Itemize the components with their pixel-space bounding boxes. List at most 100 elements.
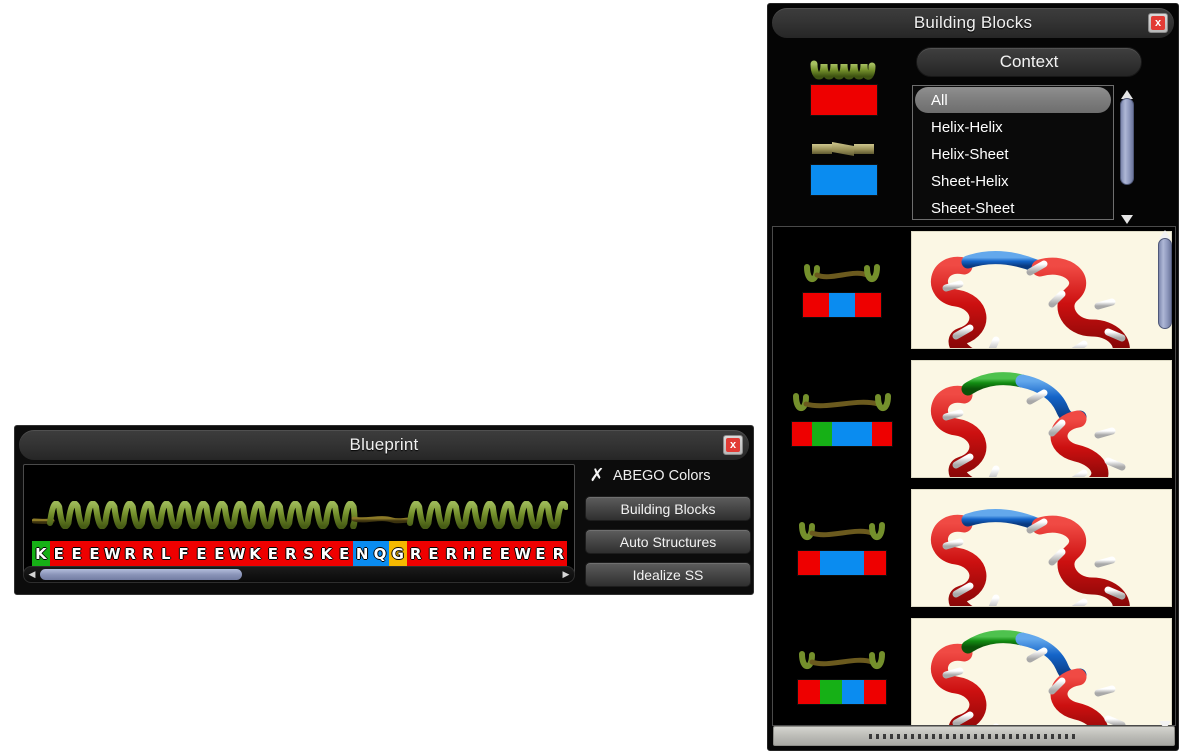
abego-segment-E [812,421,832,446]
residue-cell[interactable]: W [513,541,532,567]
building-block-thumbnail[interactable] [911,231,1172,349]
sequence-viewport[interactable]: KEEEWRRLFEEWKERSKENQGRERHEEWER 123456789… [23,464,575,574]
blueprint-titlebar[interactable]: Blueprint x [19,430,749,460]
abego-color-bar [797,549,887,576]
building-blocks-results-list[interactable] [772,226,1176,726]
legend-color-swatch-helix [810,84,878,116]
ss-cartoon-svg [32,501,568,529]
residue-cell[interactable]: E [335,541,354,567]
context-option-helix-sheet[interactable]: Helix-Sheet [915,141,1111,167]
residue-cell[interactable]: K [246,541,264,567]
building-block-schematic [773,356,911,482]
helix-coil-icon [407,501,568,529]
residue-cell[interactable]: E [192,541,211,567]
helix-loop-helix-icon [798,650,886,676]
building-block-3d-cartoon [931,372,1126,477]
context-dropdown-button[interactable]: Context [916,47,1142,77]
scroll-right-arrow-icon[interactable]: ▶ [559,567,573,582]
idealize-ss-button[interactable]: Idealize SS [585,562,751,587]
scrollbar-thumb[interactable] [40,569,242,580]
residue-cell[interactable]: G [388,541,407,567]
residue-cell[interactable]: L [156,541,175,567]
residue-cell[interactable]: S [299,541,318,567]
residue-cell[interactable]: E [263,541,282,567]
residue-cell[interactable]: E [495,541,514,567]
x-mark-icon: ✗ [589,465,605,486]
auto-structures-button[interactable]: Auto Structures [585,529,751,554]
residue-cell[interactable]: R [121,541,140,567]
results-list-scrollbar[interactable] [1154,226,1176,730]
residue-cell[interactable]: R [281,541,300,567]
residue-cell[interactable]: E [210,541,229,567]
scroll-up-arrow-icon[interactable] [1121,86,1133,99]
residue-cell[interactable]: R [549,541,568,567]
residue-cell[interactable]: K [317,541,336,567]
residue-cell[interactable]: K [32,541,50,567]
building-blocks-title: Building Blocks [913,13,1033,32]
abego-segment-B [842,679,864,704]
residue-cell[interactable]: N [353,541,372,567]
building-block-row[interactable] [773,614,1175,725]
residue-cell[interactable]: F [174,541,193,567]
legend-entry-helix [810,58,890,116]
blueprint-window: Blueprint x K E E E W R R L F E E W K E … [14,425,754,595]
residue-cell[interactable]: R [406,541,425,567]
blueprint-horizontal-scrollbar[interactable]: ◀ ▶ [23,566,575,583]
context-option-sheet-helix[interactable]: Sheet-Helix [915,168,1111,194]
residue-cell[interactable]: H [460,541,479,567]
blueprint-body: KEEEWRRLFEEWKERSKENQGRERHEEWER 123456789… [21,464,579,586]
abego-segment-B [829,292,855,317]
abego-segment-A [803,292,829,317]
building-block-row[interactable] [773,485,1175,614]
helix-coil-icon [47,501,358,529]
abego-segment-A [855,292,881,317]
context-option-all[interactable]: All [915,87,1111,113]
scrollbar-thumb[interactable] [1120,98,1134,185]
scrollbar-thumb[interactable] [1158,238,1172,329]
abego-segment-B [832,421,872,446]
context-option-list[interactable]: All Helix-Helix Helix-Sheet Sheet-Helix Shee… [912,85,1114,220]
building-block-thumbnail[interactable] [911,360,1172,478]
abego-segment-A [792,421,812,446]
building-blocks-button[interactable]: Building Blocks [585,496,751,521]
abego-color-bar [791,420,893,447]
scroll-down-arrow-icon[interactable] [1159,717,1171,730]
abego-segment-B [820,550,864,575]
residue-cell[interactable]: E [85,541,104,567]
residue-cell[interactable]: R [442,541,461,567]
resize-grip[interactable] [773,726,1175,746]
residue-cell[interactable]: W [228,541,247,567]
building-block-row[interactable] [773,356,1175,485]
residue-cell[interactable]: E [531,541,550,567]
sequence-residue-row[interactable]: KEEEWRRLFEEWKERSKENQGRERHEEWER [32,541,568,567]
building-block-thumbnail[interactable] [911,618,1172,725]
building-block-schematic [773,485,911,611]
sheet-arrow-icon [810,138,890,164]
residue-cell[interactable]: Q [371,541,389,567]
abego-colors-toggle[interactable]: ✗ ABEGO Colors [585,464,751,488]
building-block-thumbnail[interactable] [911,489,1172,607]
app-root: Blueprint x K E E E W R R L F E E W K E … [0,0,1182,754]
building-block-row[interactable] [773,227,1175,356]
scroll-up-arrow-icon[interactable] [1159,226,1171,239]
residue-cell[interactable]: W [103,541,122,567]
residue-cell[interactable]: E [478,541,496,567]
scroll-down-arrow-icon[interactable] [1121,211,1133,224]
residue-cell[interactable]: E [49,541,68,567]
blueprint-close-button[interactable]: x [723,435,743,455]
residue-cell[interactable]: E [67,541,86,567]
close-icon: x [726,438,740,452]
ss-color-legend [810,58,890,218]
residue-cell[interactable]: E [424,541,443,567]
residue-cell[interactable]: R [139,541,157,567]
context-list-scrollbar[interactable] [1117,86,1137,224]
building-blocks-titlebar[interactable]: Building Blocks x [772,8,1174,38]
building-block-schematic [773,614,911,725]
abego-color-bar [797,678,887,705]
context-option-sheet-sheet[interactable]: Sheet-Sheet [915,195,1111,219]
context-option-helix-helix[interactable]: Helix-Helix [915,114,1111,140]
scroll-left-arrow-icon[interactable]: ◀ [25,567,39,582]
building-blocks-close-button[interactable]: x [1148,13,1168,33]
building-block-3d-cartoon [931,630,1126,725]
blueprint-title: Blueprint [349,435,419,454]
